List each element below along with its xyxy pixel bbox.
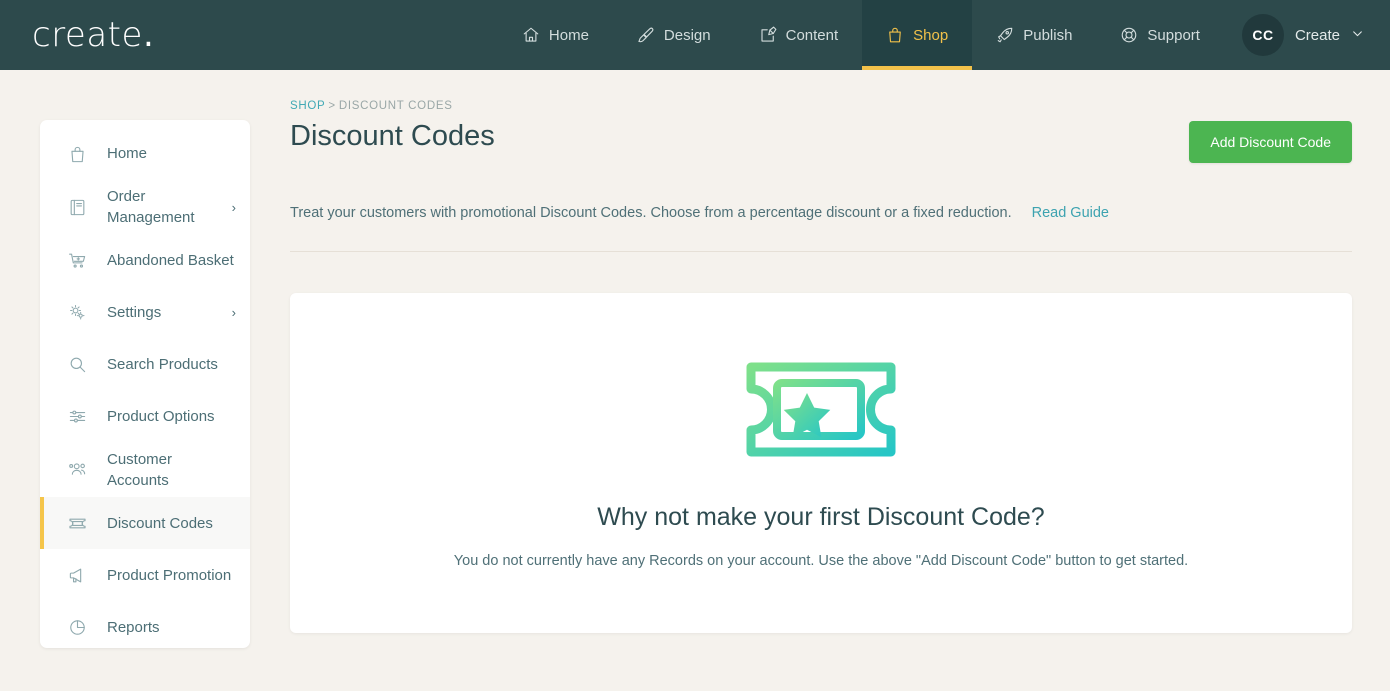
empty-state-card: Why not make your first Discount Code? Y… (290, 293, 1352, 633)
rocket-icon (996, 26, 1014, 44)
brand-logo[interactable]: create. (32, 18, 154, 52)
sidebar-item-reports-label: Reports (107, 618, 160, 636)
sidebar-item-discount-codes-label: Discount Codes (107, 514, 213, 532)
gears-icon (68, 303, 94, 322)
nav-item-content-label: Content (785, 26, 839, 44)
home-icon (522, 26, 540, 44)
nav-item-publish-label: Publish (1023, 26, 1073, 44)
shop-sidebar: Home Order Management › Abandoned Basket… (40, 120, 250, 648)
page-description-row: Treat your customers with promotional Di… (290, 205, 1352, 221)
account-menu[interactable]: CC Create (1224, 0, 1390, 70)
nav-item-shop[interactable]: Shop (862, 0, 973, 70)
nav-item-content[interactable]: Content (735, 0, 863, 70)
sidebar-item-home[interactable]: Home (40, 128, 250, 180)
add-discount-code-button[interactable]: Add Discount Code (1189, 121, 1352, 163)
page-description: Treat your customers with promotional Di… (290, 205, 1012, 221)
sidebar-item-order-management[interactable]: Order Management › (40, 180, 250, 235)
sliders-icon (68, 407, 94, 426)
sidebar-item-search-products[interactable]: Search Products (40, 339, 250, 391)
sidebar-item-home-label: Home (107, 145, 148, 163)
nav-item-support[interactable]: Support (1096, 0, 1224, 70)
sidebar-item-product-promotion[interactable]: Product Promotion (40, 549, 250, 601)
brand-logo-text: create (32, 15, 143, 55)
paintbrush-icon (637, 26, 655, 44)
sidebar-item-settings-label: Settings (107, 303, 162, 321)
shopping-cart-icon (68, 251, 94, 270)
search-icon (68, 355, 94, 374)
shopping-bag-icon (68, 145, 94, 164)
section-divider (290, 251, 1352, 252)
ticket-star-icon (745, 357, 897, 467)
avatar: CC (1241, 14, 1284, 56)
page-title: Discount Codes (290, 120, 495, 152)
nav-item-home[interactable]: Home (498, 0, 613, 70)
empty-state-title: Why not make your first Discount Code? (597, 503, 1045, 531)
nav-item-shop-label: Shop (913, 26, 949, 44)
primary-navigation: Home Design Content Shop Publish Support… (498, 0, 1390, 70)
sidebar-item-settings[interactable]: Settings › (40, 287, 250, 339)
book-icon (68, 198, 94, 217)
sidebar-item-abandoned-basket-label: Abandoned Basket (107, 251, 234, 269)
nav-item-publish[interactable]: Publish (972, 0, 1096, 70)
breadcrumb-shop[interactable]: SHOP (290, 100, 325, 112)
lifebuoy-icon (1120, 26, 1138, 44)
nav-item-support-label: Support (1147, 26, 1200, 44)
sidebar-item-reports[interactable]: Reports (40, 601, 250, 648)
ticket-icon (68, 514, 94, 533)
sidebar-item-product-options[interactable]: Product Options (40, 391, 250, 443)
users-icon (68, 460, 94, 479)
chevron-right-icon: › (231, 305, 236, 321)
pie-chart-icon (68, 618, 94, 637)
sidebar-item-order-management-label: Order Management (107, 188, 195, 227)
nav-item-home-label: Home (548, 26, 589, 44)
nav-item-design-label: Design (663, 26, 711, 44)
sidebar-item-abandoned-basket[interactable]: Abandoned Basket (40, 235, 250, 287)
chevron-right-icon: › (231, 199, 236, 215)
main-content: SHOP > DISCOUNT CODES Discount Codes Add D… (290, 100, 1352, 633)
sidebar-item-discount-codes[interactable]: Discount Codes (40, 497, 250, 550)
nav-item-design[interactable]: Design (613, 0, 735, 70)
edit-square-icon (759, 26, 777, 44)
top-header: create. Home Design Content Shop Publish… (0, 0, 1390, 70)
brand-logo-dot: . (142, 15, 155, 55)
chevron-down-icon (1351, 27, 1364, 44)
page-header-row: Discount Codes Add Discount Code (290, 120, 1352, 163)
sidebar-item-search-products-label: Search Products (107, 355, 218, 373)
megaphone-icon (68, 566, 94, 585)
breadcrumb-current: DISCOUNT CODES (338, 100, 453, 112)
shopping-bag-icon (886, 26, 904, 44)
sidebar-item-customer-accounts[interactable]: Customer Accounts (40, 443, 250, 498)
read-guide-link[interactable]: Read Guide (1032, 205, 1109, 221)
account-name: Create (1294, 26, 1340, 44)
empty-state-subtitle: You do not currently have any Records on… (453, 553, 1189, 569)
sidebar-item-customer-accounts-label: Customer Accounts (107, 450, 173, 489)
breadcrumb: SHOP > DISCOUNT CODES (290, 100, 1352, 112)
sidebar-item-product-promotion-label: Product Promotion (107, 566, 232, 584)
breadcrumb-separator: > (328, 100, 336, 112)
sidebar-item-product-options-label: Product Options (107, 407, 215, 425)
